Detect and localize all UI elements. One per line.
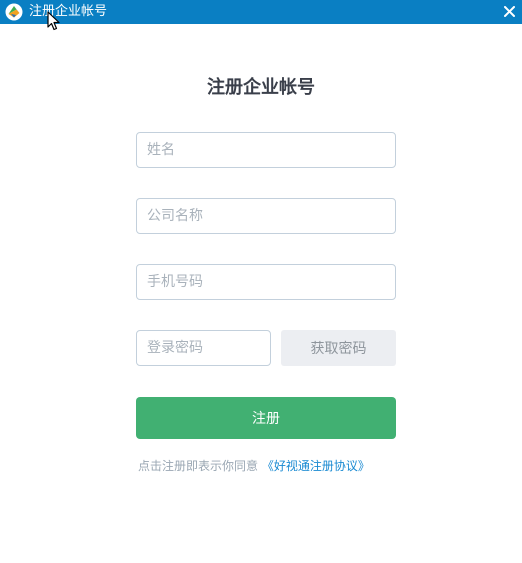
app-logo-icon [5, 3, 23, 21]
agreement-text: 点击注册即表示你同意 [138, 459, 259, 473]
agreement-link[interactable]: 《好视通注册协议》 [262, 459, 370, 473]
title-bar: 注册企业帐号 [0, 0, 522, 24]
register-button[interactable]: 注册 [136, 397, 396, 439]
login-password-input[interactable] [136, 330, 271, 366]
name-input[interactable] [136, 132, 396, 168]
phone-number-input[interactable] [136, 264, 396, 300]
close-icon [503, 5, 515, 17]
agreement-notice: 点击注册即表示你同意 《好视通注册协议》 [138, 458, 370, 474]
window-title: 注册企业帐号 [29, 4, 108, 19]
close-button[interactable] [498, 0, 520, 22]
page-title: 注册企业帐号 [207, 77, 315, 98]
get-password-button[interactable]: 获取密码 [281, 330, 396, 366]
company-name-input[interactable] [136, 198, 396, 234]
